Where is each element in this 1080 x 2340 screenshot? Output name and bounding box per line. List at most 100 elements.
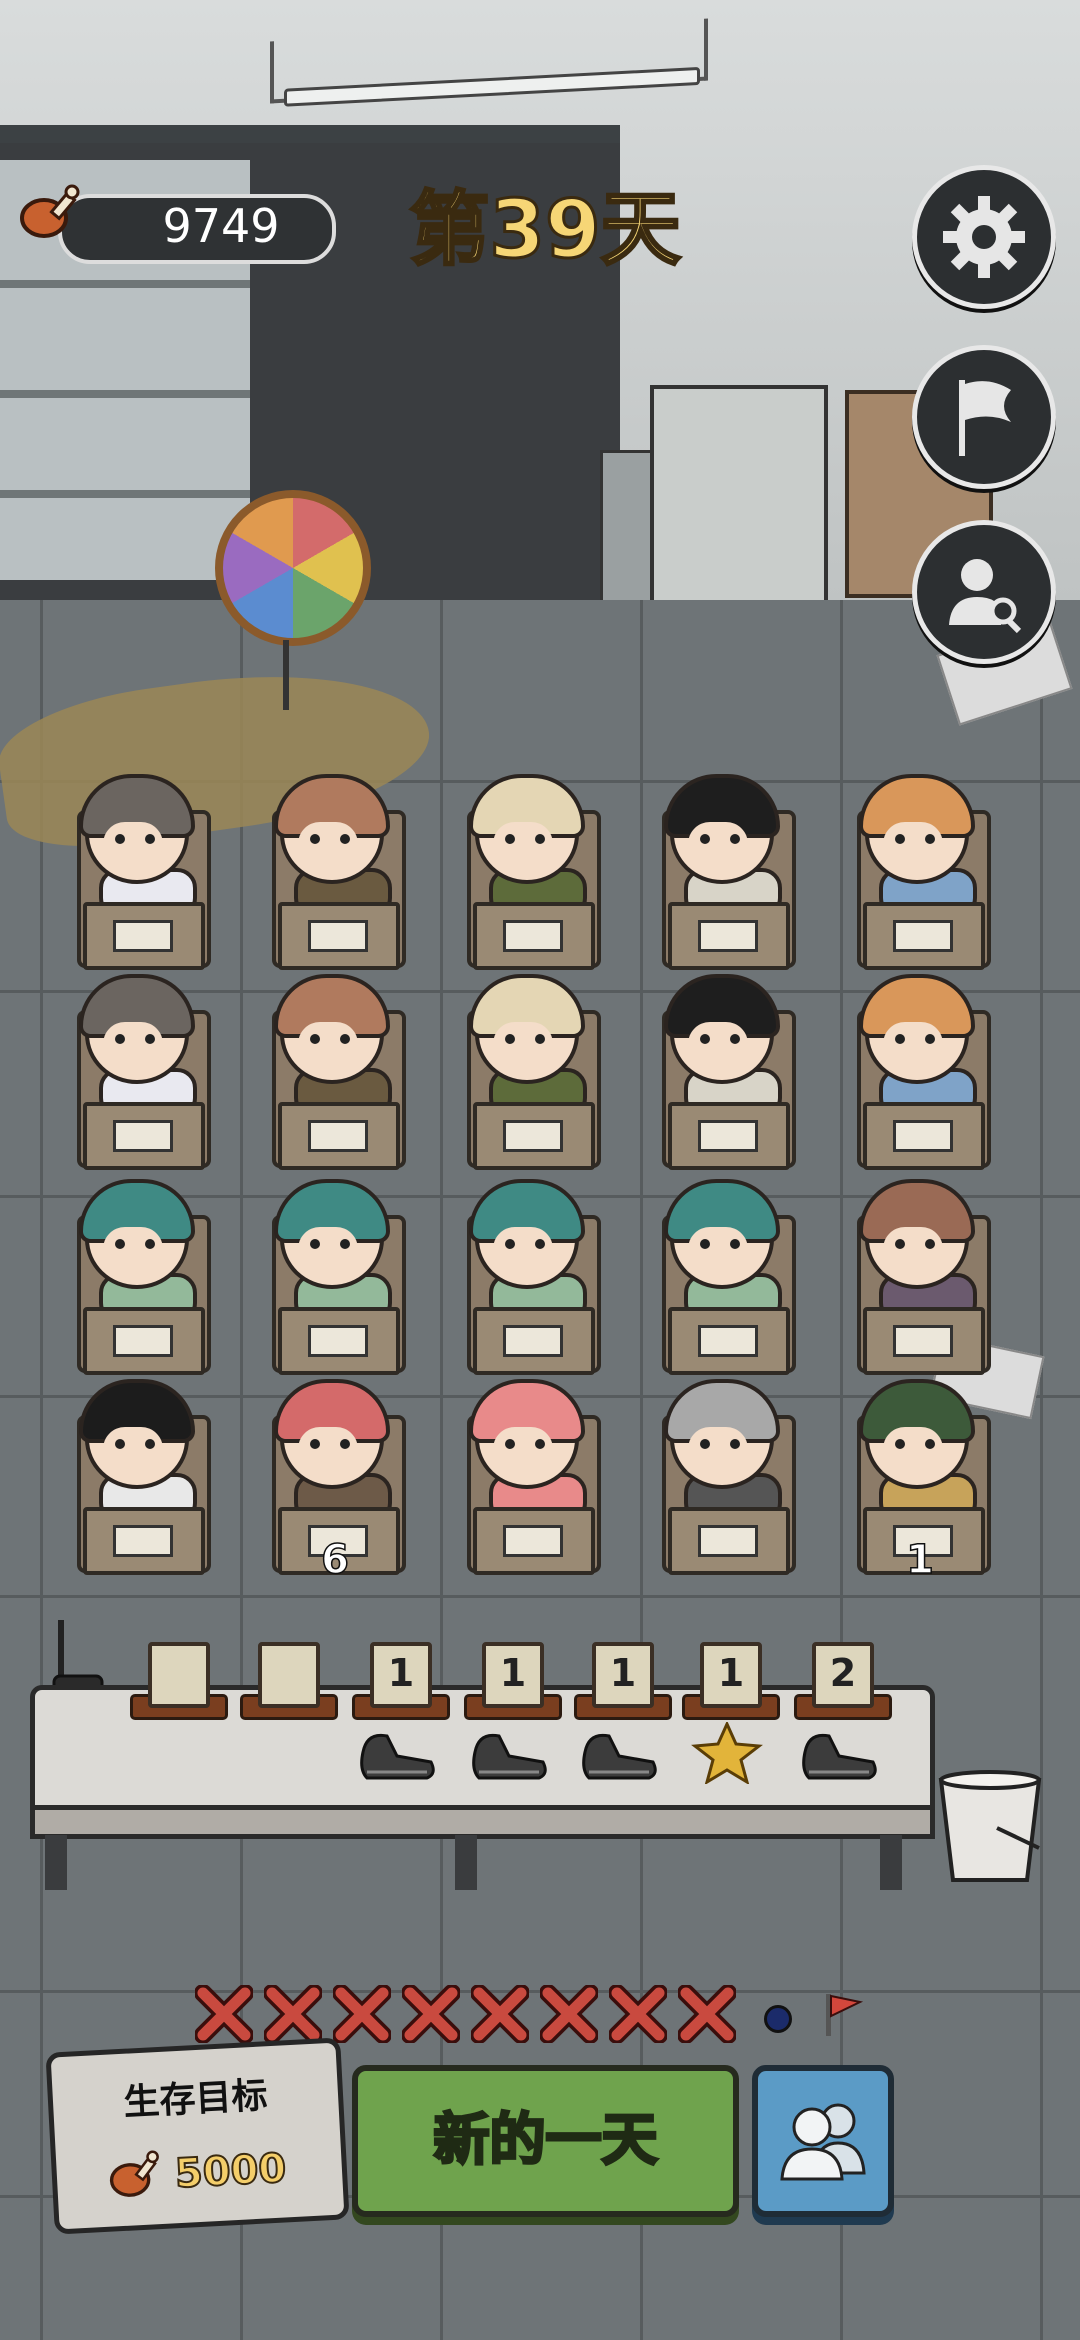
survivor-face <box>688 1022 748 1066</box>
food-value: 9749 <box>162 199 280 253</box>
new-day-label: 新的一天 <box>432 2107 659 2175</box>
bucket-icon <box>938 1770 1042 1882</box>
failed-day-cross-icon <box>402 1985 460 2043</box>
survivor-face <box>298 1427 358 1471</box>
name-plaque <box>698 1120 758 1152</box>
name-plaque <box>893 1325 953 1357</box>
survivor-face <box>883 1427 943 1471</box>
survivor-seat-r2c3[interactable] <box>445 974 615 1170</box>
survivor-face <box>688 822 748 866</box>
person-search-icon <box>949 559 1022 634</box>
food-counter: 9749 <box>18 182 336 266</box>
survivor-face <box>883 822 943 866</box>
survivor-face <box>298 1227 358 1271</box>
survivor-seat-r4c3[interactable] <box>445 1379 615 1575</box>
name-plaque <box>698 1325 758 1357</box>
gold-star-icon[interactable] <box>683 1720 771 1786</box>
current-day-marker <box>764 2005 792 2033</box>
failed-day-cross-icon <box>195 1985 253 2043</box>
wheel-stand <box>283 640 289 710</box>
inspect-survivor-button[interactable] <box>912 520 1056 664</box>
name-plaque <box>503 1525 563 1557</box>
red-flag-icon <box>826 1994 864 2036</box>
survivor-seat-r4c5[interactable]: 1 <box>835 1379 1005 1584</box>
name-plaque <box>698 1525 758 1557</box>
gear-icon <box>943 196 1025 278</box>
survivor-face <box>103 822 163 866</box>
survivor-face <box>103 1427 163 1471</box>
survivor-seat-r1c2[interactable] <box>250 774 420 970</box>
meat-icon <box>109 2150 159 2197</box>
survivor-face <box>493 822 553 866</box>
survivor-seat-r4c2[interactable]: 6 <box>250 1379 420 1584</box>
group-icon <box>780 2103 866 2181</box>
table-edge <box>30 1805 935 1839</box>
failed-day-cross-icon <box>471 1985 529 2043</box>
slot-card-7[interactable]: 2 <box>812 1642 874 1708</box>
survivor-seat-r3c2[interactable] <box>250 1179 420 1375</box>
name-plaque <box>503 920 563 952</box>
boot-icon[interactable] <box>353 1722 441 1784</box>
failed-day-cross-icon <box>540 1985 598 2043</box>
name-plaque <box>113 1120 173 1152</box>
survivor-seat-r1c4[interactable] <box>640 774 810 970</box>
survivor-seat-r3c5[interactable] <box>835 1179 1005 1375</box>
prize-wheel[interactable] <box>215 490 371 646</box>
name-plaque <box>893 1120 953 1152</box>
day-counter: 第39天 <box>408 182 682 278</box>
survivors-button[interactable] <box>752 2065 894 2217</box>
survivor-count: 1 <box>905 1536 934 1584</box>
name-plaque <box>113 920 173 952</box>
failed-day-cross-icon <box>609 1985 667 2043</box>
survival-goal-panel: 生存目标 5000 <box>45 2037 350 2235</box>
survivor-seat-r1c3[interactable] <box>445 774 615 970</box>
name-plaque <box>308 920 368 952</box>
name-plaque <box>113 1525 173 1557</box>
white-flag-icon <box>959 380 1011 456</box>
survivor-seat-r3c1[interactable] <box>55 1179 225 1375</box>
boot-icon[interactable] <box>465 1722 553 1784</box>
survivor-face <box>298 1022 358 1066</box>
survivor-seat-r2c2[interactable] <box>250 974 420 1170</box>
name-plaque <box>503 1325 563 1357</box>
slot-card-3[interactable]: 1 <box>370 1642 432 1708</box>
new-day-button[interactable]: 新的一天 <box>352 2065 739 2217</box>
survivor-seat-r1c5[interactable] <box>835 774 1005 970</box>
survivor-count: 6 <box>320 1536 349 1584</box>
survivor-seat-r2c5[interactable] <box>835 974 1005 1170</box>
survivor-seat-r1c1[interactable] <box>55 774 225 970</box>
name-plaque <box>113 1325 173 1357</box>
survivor-face <box>298 822 358 866</box>
failed-day-cross-icon <box>264 1985 322 2043</box>
slot-card-2[interactable] <box>258 1642 320 1708</box>
name-plaque <box>308 1120 368 1152</box>
survivor-seat-r3c4[interactable] <box>640 1179 810 1375</box>
slot-card-5[interactable]: 1 <box>592 1642 654 1708</box>
medical-cabinet <box>650 385 828 633</box>
meat-icon <box>20 184 80 238</box>
survivor-face <box>103 1022 163 1066</box>
survivor-seat-r4c4[interactable] <box>640 1379 810 1575</box>
survivor-seat-r3c3[interactable] <box>445 1179 615 1375</box>
name-plaque <box>503 1120 563 1152</box>
name-plaque <box>893 920 953 952</box>
survivor-face <box>688 1227 748 1271</box>
boot-icon[interactable] <box>575 1722 663 1784</box>
slot-card-6[interactable]: 1 <box>700 1642 762 1708</box>
survivor-face <box>883 1227 943 1271</box>
game-scene: 9749 第39天 6 1 1 1 1 1 2 生存目标 5000 新的一天 <box>0 0 1080 2340</box>
survivor-face <box>688 1427 748 1471</box>
goal-target-value: 5000 <box>173 2144 289 2198</box>
surrender-button[interactable] <box>912 345 1056 489</box>
survivor-face <box>103 1227 163 1271</box>
survivor-seat-r4c1[interactable] <box>55 1379 225 1575</box>
survivor-face <box>493 1227 553 1271</box>
settings-button[interactable] <box>912 165 1056 309</box>
name-plaque <box>698 920 758 952</box>
survivor-seat-r2c4[interactable] <box>640 974 810 1170</box>
survivor-face <box>493 1427 553 1471</box>
slot-card-4[interactable]: 1 <box>482 1642 544 1708</box>
slot-card-1[interactable] <box>148 1642 210 1708</box>
survivor-seat-r2c1[interactable] <box>55 974 225 1170</box>
boot-icon[interactable] <box>795 1722 883 1784</box>
